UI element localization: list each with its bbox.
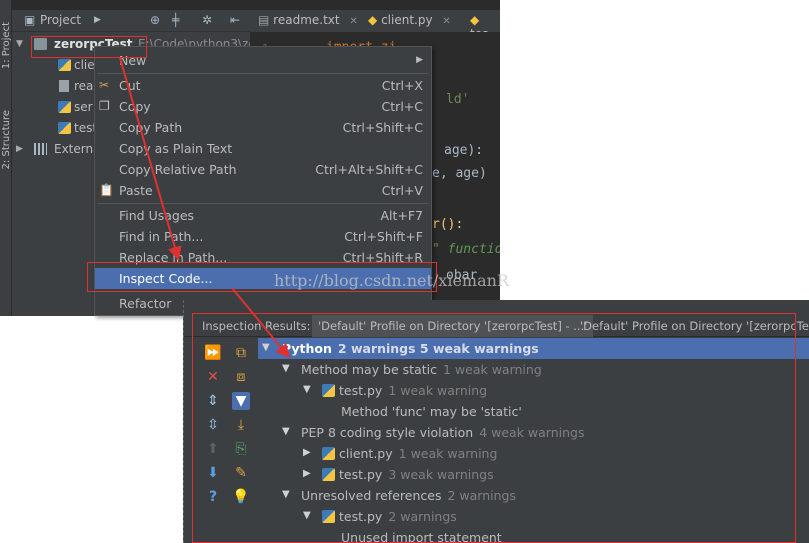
code-line: r(): [432, 217, 464, 232]
expand-arrow-icon[interactable]: ▶ [16, 144, 23, 154]
file-label: ser [74, 100, 93, 114]
menu-item-label: Copy as Plain Text [119, 141, 233, 156]
code-line: age): [444, 143, 484, 158]
menu-item-paste[interactable]: 📋 Paste Ctrl+V [95, 180, 431, 201]
editor-tab[interactable]: ▤ readme.txt ✕ [258, 10, 358, 32]
editor-tab-bar: ▤ readme.txt ✕ ◆ client.py ✕ ◆ tes [250, 10, 500, 41]
python-file-icon [58, 122, 71, 134]
project-panel-icon: ▣ [24, 13, 36, 27]
close-icon[interactable]: ✕ [349, 16, 357, 27]
menu-item-label: Copy [119, 99, 151, 114]
menu-separator [97, 203, 429, 204]
menu-item-shortcut: Alt+F7 [380, 208, 423, 223]
tool-window-strip: 1: Project 2: Structure [0, 0, 12, 316]
text-file-icon [59, 80, 69, 92]
text-file-icon: ▤ [258, 13, 270, 27]
menu-item-shortcut: Ctrl+C [381, 99, 423, 114]
menu-item-copy-relative-path[interactable]: Copy Relative Path Ctrl+Alt+Shift+C [95, 159, 431, 180]
menu-item-label: Refactor [119, 296, 172, 311]
collapse-all-icon[interactable]: ╪ [172, 13, 179, 27]
gear-icon[interactable]: ✲ [202, 13, 212, 27]
menu-item-label: Cut [119, 78, 141, 93]
menu-item-shortcut: Ctrl+V [381, 183, 423, 198]
scissors-icon: ✂ [99, 78, 110, 92]
editor-tab-label: readme.txt [273, 13, 340, 27]
python-file-icon [58, 59, 71, 71]
python-file-icon: ◆ [368, 13, 378, 27]
menu-item-shortcut: Ctrl+Shift+F [344, 229, 423, 244]
library-icon [34, 143, 47, 155]
menu-item-label: Find Usages [119, 208, 195, 223]
code-line: e, age) [432, 166, 487, 181]
panel-dropdown-icon[interactable]: ▶ [94, 15, 101, 25]
menu-item-shortcut: Ctrl+Alt+Shift+C [315, 162, 423, 177]
menu-item-label: Find in Path... [119, 229, 204, 244]
annotation-box-inspection-results [192, 313, 796, 543]
editor-tab[interactable]: ◆ tes [470, 10, 500, 41]
menu-item-shortcut: Ctrl+X [381, 78, 423, 93]
project-panel-title[interactable]: Project [40, 13, 81, 27]
menu-item-label: Copy Path [119, 120, 183, 135]
editor-tab[interactable]: ◆ client.py ✕ [368, 10, 451, 32]
close-icon[interactable]: ✕ [442, 16, 450, 27]
menu-item-find-usages[interactable]: Find Usages Alt+F7 [95, 205, 431, 226]
project-panel-header: ▣ Project ▶ ⊕ ╪ ✲ ⇤ [12, 10, 250, 32]
menu-item-shortcut: Ctrl+Shift+C [342, 120, 423, 135]
code-line: " functio [432, 242, 500, 257]
menu-item-cut[interactable]: ✂ Cut Ctrl+X [95, 75, 431, 96]
scroll-from-source-icon[interactable]: ⊕ [150, 13, 160, 27]
menu-item-label: Paste [119, 183, 153, 198]
hide-panel-icon[interactable]: ⇤ [230, 13, 240, 27]
tab-project[interactable]: 1: Project [1, 22, 12, 69]
expand-arrow-icon[interactable]: ▼ [16, 39, 23, 49]
menu-item-find-in-path[interactable]: Find in Path... Ctrl+Shift+F [95, 226, 431, 247]
copy-icon: ❐ [99, 99, 110, 113]
submenu-arrow-icon: ▶ [416, 55, 423, 65]
menu-item-copy[interactable]: ❐ Copy Ctrl+C [95, 96, 431, 117]
tab-structure[interactable]: 2: Structure [1, 110, 12, 169]
menu-separator [97, 73, 429, 74]
code-line: ld' [446, 92, 470, 107]
clipboard-icon: 📋 [99, 183, 114, 197]
menu-item-label: Copy Relative Path [119, 162, 237, 177]
menu-item-copy-plain-text[interactable]: Copy as Plain Text [95, 138, 431, 159]
python-file-icon [58, 101, 71, 113]
annotation-box-project-folder [31, 36, 147, 58]
file-label: rea [74, 79, 94, 93]
file-label: clie [74, 58, 95, 72]
menu-item-copy-path[interactable]: Copy Path Ctrl+Shift+C [95, 117, 431, 138]
python-file-icon: ◆ [470, 13, 480, 27]
editor-tab-label: client.py [381, 13, 433, 27]
watermark: http://blog.csdn.net/xiemanR [274, 271, 509, 290]
